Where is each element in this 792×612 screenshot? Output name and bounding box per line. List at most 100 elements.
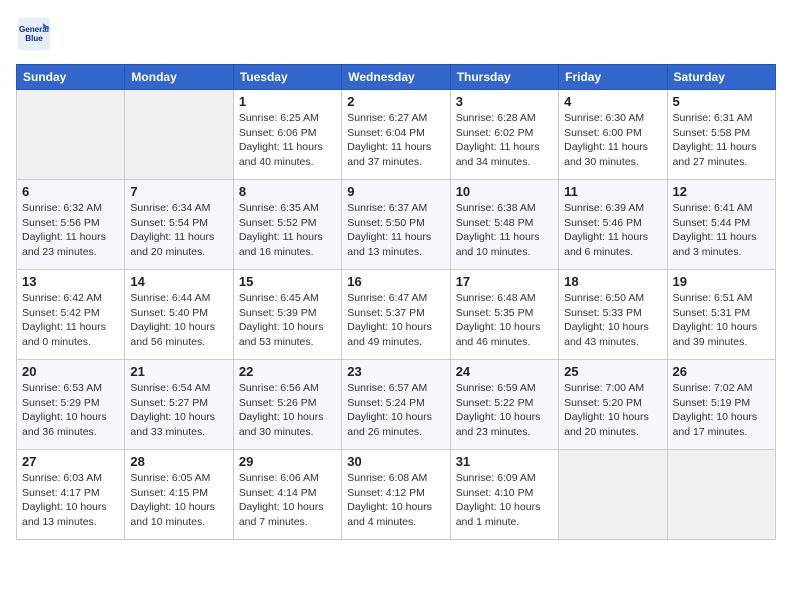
- calendar-cell: 3 Sunrise: 6:28 AM Sunset: 6:02 PM Daylig…: [450, 90, 558, 180]
- calendar-cell: [667, 450, 775, 540]
- page-header: General Blue: [16, 16, 776, 52]
- calendar: SundayMondayTuesdayWednesdayThursdayFrid…: [16, 64, 776, 540]
- day-info: Sunrise: 6:05 AM Sunset: 4:15 PM Dayligh…: [130, 471, 227, 530]
- day-info: Sunrise: 6:25 AM Sunset: 6:06 PM Dayligh…: [239, 111, 336, 170]
- calendar-cell: 27 Sunrise: 6:03 AM Sunset: 4:17 PM Dayli…: [17, 450, 125, 540]
- calendar-cell: [17, 90, 125, 180]
- day-info: Sunrise: 7:00 AM Sunset: 5:20 PM Dayligh…: [564, 381, 661, 440]
- day-number: 21: [130, 364, 227, 379]
- calendar-cell: 18 Sunrise: 6:50 AM Sunset: 5:33 PM Dayli…: [559, 270, 667, 360]
- calendar-cell: 15Sunrise: 6:45 AM Sunset: 5:39 PM Dayli…: [233, 270, 341, 360]
- day-info: Sunrise: 6:09 AM Sunset: 4:10 PM Dayligh…: [456, 471, 553, 530]
- day-info: Sunrise: 6:39 AM Sunset: 5:46 PM Dayligh…: [564, 201, 661, 260]
- day-number: 5: [673, 94, 770, 109]
- day-info: Sunrise: 6:57 AM Sunset: 5:24 PM Dayligh…: [347, 381, 444, 440]
- day-info: Sunrise: 6:28 AM Sunset: 6:02 PM Dayligh…: [456, 111, 553, 170]
- day-info: Sunrise: 6:35 AM Sunset: 5:52 PM Dayligh…: [239, 201, 336, 260]
- calendar-cell: 4Sunrise: 6:30 AM Sunset: 6:00 PM Daylig…: [559, 90, 667, 180]
- day-info: Sunrise: 6:37 AM Sunset: 5:50 PM Dayligh…: [347, 201, 444, 260]
- day-number: 20: [22, 364, 119, 379]
- day-number: 11: [564, 184, 661, 199]
- day-number: 18: [564, 274, 661, 289]
- calendar-cell: 17 Sunrise: 6:48 AM Sunset: 5:35 PM Dayli…: [450, 270, 558, 360]
- day-number: 16: [347, 274, 444, 289]
- calendar-cell: 5 Sunrise: 6:31 AM Sunset: 5:58 PM Daylig…: [667, 90, 775, 180]
- calendar-cell: 8 Sunrise: 6:35 AM Sunset: 5:52 PM Daylig…: [233, 180, 341, 270]
- calendar-cell: 22 Sunrise: 6:56 AM Sunset: 5:26 PM Dayli…: [233, 360, 341, 450]
- logo-icon: General Blue: [16, 16, 52, 52]
- calendar-cell: 14Sunrise: 6:44 AM Sunset: 5:40 PM Dayli…: [125, 270, 233, 360]
- calendar-cell: 7 Sunrise: 6:34 AM Sunset: 5:54 PM Daylig…: [125, 180, 233, 270]
- day-number: 12: [673, 184, 770, 199]
- calendar-cell: [125, 90, 233, 180]
- day-number: 30: [347, 454, 444, 469]
- day-info: Sunrise: 6:31 AM Sunset: 5:58 PM Dayligh…: [673, 111, 770, 170]
- calendar-cell: 23 Sunrise: 6:57 AM Sunset: 5:24 PM Dayli…: [342, 360, 450, 450]
- day-info: Sunrise: 6:34 AM Sunset: 5:54 PM Dayligh…: [130, 201, 227, 260]
- day-info: Sunrise: 6:44 AM Sunset: 5:40 PM Dayligh…: [130, 291, 227, 350]
- calendar-cell: 26 Sunrise: 7:02 AM Sunset: 5:19 PM Dayli…: [667, 360, 775, 450]
- day-info: Sunrise: 6:56 AM Sunset: 5:26 PM Dayligh…: [239, 381, 336, 440]
- calendar-cell: 16Sunrise: 6:47 AM Sunset: 5:37 PM Dayli…: [342, 270, 450, 360]
- weekday-header: Tuesday: [233, 65, 341, 90]
- day-info: Sunrise: 6:41 AM Sunset: 5:44 PM Dayligh…: [673, 201, 770, 260]
- calendar-week-row: 6 Sunrise: 6:32 AM Sunset: 5:56 PM Daylig…: [17, 180, 776, 270]
- day-number: 22: [239, 364, 336, 379]
- day-info: Sunrise: 6:38 AM Sunset: 5:48 PM Dayligh…: [456, 201, 553, 260]
- day-number: 10: [456, 184, 553, 199]
- calendar-cell: 1 Sunrise: 6:25 AM Sunset: 6:06 PM Daylig…: [233, 90, 341, 180]
- day-number: 2: [347, 94, 444, 109]
- weekday-header: Saturday: [667, 65, 775, 90]
- calendar-cell: 29 Sunrise: 6:06 AM Sunset: 4:14 PM Dayli…: [233, 450, 341, 540]
- calendar-week-row: 27 Sunrise: 6:03 AM Sunset: 4:17 PM Dayli…: [17, 450, 776, 540]
- calendar-cell: 12 Sunrise: 6:41 AM Sunset: 5:44 PM Dayli…: [667, 180, 775, 270]
- day-number: 8: [239, 184, 336, 199]
- day-number: 24: [456, 364, 553, 379]
- logo: General Blue: [16, 16, 58, 52]
- calendar-cell: 31 Sunrise: 6:09 AM Sunset: 4:10 PM Dayli…: [450, 450, 558, 540]
- calendar-cell: [559, 450, 667, 540]
- day-number: 6: [22, 184, 119, 199]
- day-number: 27: [22, 454, 119, 469]
- day-number: 26: [673, 364, 770, 379]
- day-number: 23: [347, 364, 444, 379]
- day-info: Sunrise: 6:27 AM Sunset: 6:04 PM Dayligh…: [347, 111, 444, 170]
- calendar-cell: 20 Sunrise: 6:53 AM Sunset: 5:29 PM Dayli…: [17, 360, 125, 450]
- day-number: 15: [239, 274, 336, 289]
- day-number: 9: [347, 184, 444, 199]
- calendar-week-row: 13Sunrise: 6:42 AM Sunset: 5:42 PM Dayli…: [17, 270, 776, 360]
- day-number: 19: [673, 274, 770, 289]
- calendar-cell: 13Sunrise: 6:42 AM Sunset: 5:42 PM Dayli…: [17, 270, 125, 360]
- calendar-cell: 6 Sunrise: 6:32 AM Sunset: 5:56 PM Daylig…: [17, 180, 125, 270]
- day-number: 3: [456, 94, 553, 109]
- day-info: Sunrise: 6:53 AM Sunset: 5:29 PM Dayligh…: [22, 381, 119, 440]
- calendar-cell: 24Sunrise: 6:59 AM Sunset: 5:22 PM Dayli…: [450, 360, 558, 450]
- day-number: 31: [456, 454, 553, 469]
- day-info: Sunrise: 6:50 AM Sunset: 5:33 PM Dayligh…: [564, 291, 661, 350]
- day-number: 7: [130, 184, 227, 199]
- day-info: Sunrise: 6:08 AM Sunset: 4:12 PM Dayligh…: [347, 471, 444, 530]
- calendar-cell: 30 Sunrise: 6:08 AM Sunset: 4:12 PM Dayli…: [342, 450, 450, 540]
- day-info: Sunrise: 6:32 AM Sunset: 5:56 PM Dayligh…: [22, 201, 119, 260]
- calendar-cell: 19Sunrise: 6:51 AM Sunset: 5:31 PM Dayli…: [667, 270, 775, 360]
- calendar-header-row: SundayMondayTuesdayWednesdayThursdayFrid…: [17, 65, 776, 90]
- weekday-header: Wednesday: [342, 65, 450, 90]
- day-number: 25: [564, 364, 661, 379]
- day-number: 4: [564, 94, 661, 109]
- day-number: 29: [239, 454, 336, 469]
- day-info: Sunrise: 6:03 AM Sunset: 4:17 PM Dayligh…: [22, 471, 119, 530]
- weekday-header: Friday: [559, 65, 667, 90]
- day-number: 28: [130, 454, 227, 469]
- calendar-cell: 9 Sunrise: 6:37 AM Sunset: 5:50 PM Daylig…: [342, 180, 450, 270]
- calendar-cell: 25 Sunrise: 7:00 AM Sunset: 5:20 PM Dayli…: [559, 360, 667, 450]
- weekday-header: Sunday: [17, 65, 125, 90]
- day-number: 1: [239, 94, 336, 109]
- day-info: Sunrise: 6:48 AM Sunset: 5:35 PM Dayligh…: [456, 291, 553, 350]
- calendar-cell: 10 Sunrise: 6:38 AM Sunset: 5:48 PM Dayli…: [450, 180, 558, 270]
- day-number: 17: [456, 274, 553, 289]
- weekday-header: Thursday: [450, 65, 558, 90]
- day-info: Sunrise: 6:06 AM Sunset: 4:14 PM Dayligh…: [239, 471, 336, 530]
- day-info: Sunrise: 7:02 AM Sunset: 5:19 PM Dayligh…: [673, 381, 770, 440]
- weekday-header: Monday: [125, 65, 233, 90]
- day-info: Sunrise: 6:54 AM Sunset: 5:27 PM Dayligh…: [130, 381, 227, 440]
